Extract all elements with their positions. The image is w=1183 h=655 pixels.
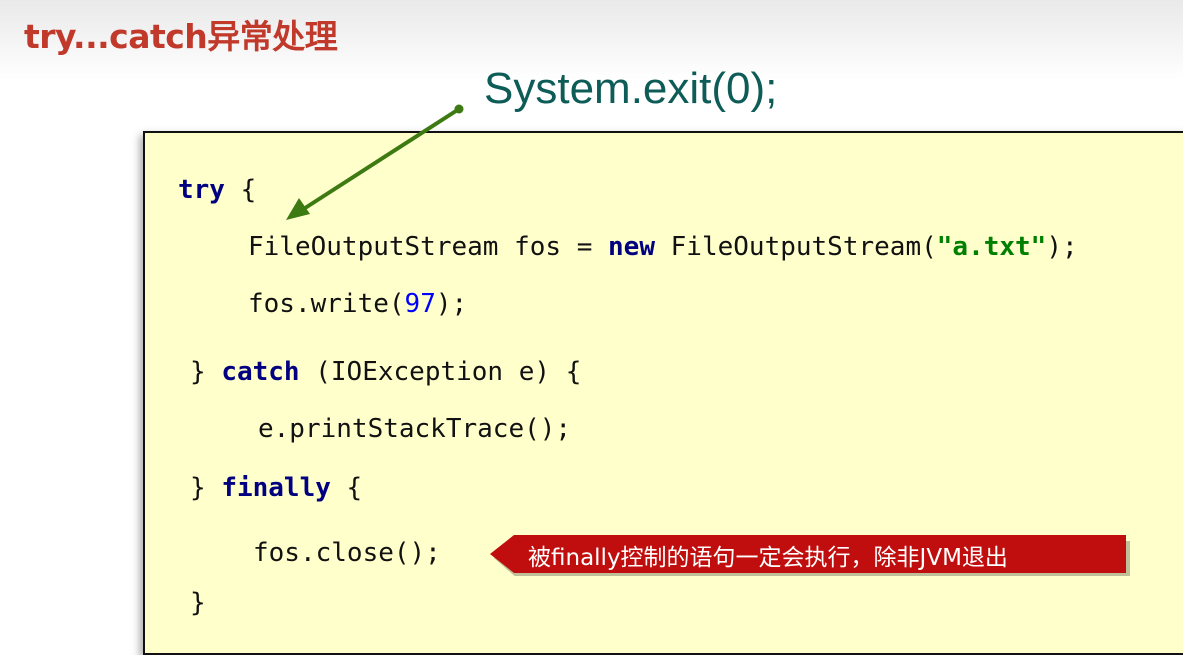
code-text: e.printStackTrace(); [258, 414, 572, 444]
keyword-finally: finally [221, 473, 331, 503]
code-text: { [224, 175, 257, 205]
slide-title: try...catch异常处理 [24, 17, 338, 56]
code-text: ); [435, 289, 468, 319]
code-text: FileOutputStream( [655, 232, 937, 262]
code-text: } [190, 473, 222, 503]
callout-text: 被finally控制的语句一定会执行，除非JVM退出 [528, 545, 1008, 571]
finally-callout: 被finally控制的语句一定会执行，除非JVM退出 [490, 532, 1132, 576]
code-line-fileoutputstream: FileOutputStream fos = new FileOutputStr… [248, 231, 1078, 263]
code-line-catch: } catch (IOException e) { [190, 356, 581, 388]
code-line-close: fos.close(); [253, 537, 441, 569]
code-line-printstacktrace: e.printStackTrace(); [258, 413, 571, 445]
code-text: fos.write( [248, 289, 405, 319]
code-text: ); [1046, 232, 1078, 262]
number-literal: 97 [404, 289, 436, 319]
code-line-closing-brace: } [190, 587, 206, 619]
code-text: FileOutputStream fos = [248, 232, 609, 262]
code-line-try: try { [178, 174, 256, 206]
code-text: { [330, 473, 363, 503]
code-text: (IOException e) { [299, 357, 582, 387]
code-panel [143, 131, 1183, 655]
keyword-new: new [608, 232, 655, 262]
code-text: fos.close(); [253, 538, 441, 568]
code-line-write: fos.write(97); [248, 288, 467, 320]
code-text: } [190, 357, 222, 387]
keyword-catch: catch [221, 357, 300, 387]
keyword-try: try [178, 175, 225, 205]
code-line-finally: } finally { [190, 472, 362, 504]
string-literal: "a.txt" [936, 232, 1047, 262]
system-exit-label: System.exit(0); [484, 64, 778, 113]
code-text: } [190, 588, 206, 618]
